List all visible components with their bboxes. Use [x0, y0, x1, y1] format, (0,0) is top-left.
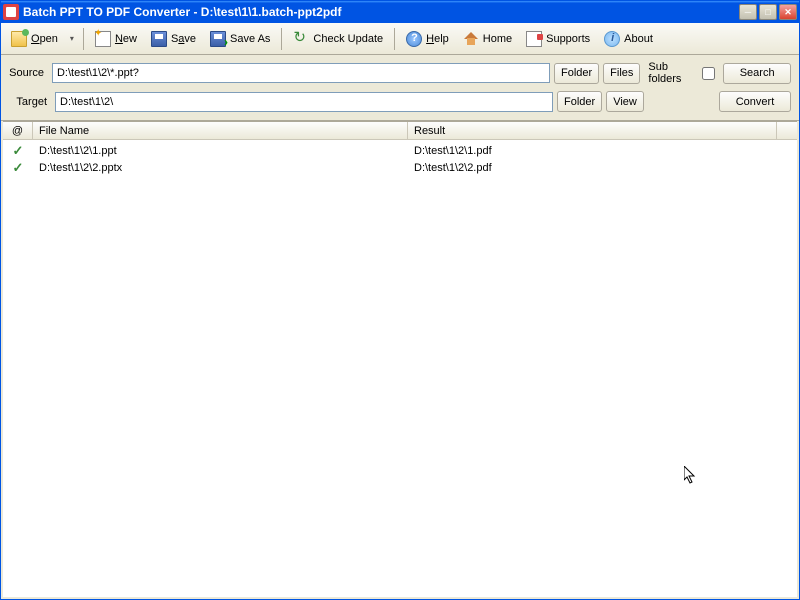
help-icon — [406, 31, 422, 47]
save-label: Save — [171, 33, 196, 45]
minimize-button[interactable]: ─ — [739, 4, 757, 20]
maximize-button[interactable]: □ — [759, 4, 777, 20]
filename-cell: D:\test\1\2\1.ppt — [33, 145, 408, 157]
col-filename[interactable]: File Name — [33, 122, 408, 139]
target-folder-button[interactable]: Folder — [557, 91, 602, 112]
col-spacer — [777, 122, 797, 139]
col-result[interactable]: Result — [408, 122, 777, 139]
target-view-button[interactable]: View — [606, 91, 644, 112]
table-row[interactable]: ✓ D:\test\1\2\1.pptD:\test\1\2\1.pdf — [3, 142, 797, 159]
target-input[interactable] — [55, 92, 553, 112]
subfolders-label: Sub folders — [648, 61, 698, 85]
target-label: Target — [9, 96, 51, 108]
col-status[interactable]: @ — [3, 122, 33, 139]
save-button[interactable]: Save — [145, 27, 202, 51]
about-button[interactable]: About — [598, 27, 659, 51]
separator — [281, 28, 282, 50]
source-folder-button[interactable]: Folder — [554, 63, 599, 84]
save-icon — [151, 31, 167, 47]
refresh-icon — [293, 31, 309, 47]
open-label: Open — [31, 33, 58, 45]
about-label: About — [624, 33, 653, 45]
file-list: @ File Name Result ✓D:\test\1\2\1.pptD:\… — [3, 121, 797, 597]
source-label: Source — [9, 67, 48, 79]
app-icon — [3, 4, 19, 20]
search-button[interactable]: Search — [723, 63, 791, 84]
check-update-label: Check Update — [313, 33, 383, 45]
help-label: Help — [426, 33, 449, 45]
open-icon — [11, 31, 27, 47]
status-cell: ✓ — [3, 143, 33, 159]
save-as-icon — [210, 31, 226, 47]
titlebar[interactable]: Batch PPT TO PDF Converter - D:\test\1\1… — [1, 1, 799, 23]
new-label: New — [115, 33, 137, 45]
window-controls: ─ □ ✕ — [739, 4, 797, 20]
home-icon — [463, 31, 479, 47]
source-input[interactable] — [52, 63, 550, 83]
toolbar: Open ▾ New Save Save As Check Update Hel… — [1, 23, 799, 55]
app-window: Batch PPT TO PDF Converter - D:\test\1\1… — [0, 0, 800, 600]
convert-button[interactable]: Convert — [719, 91, 791, 112]
close-button[interactable]: ✕ — [779, 4, 797, 20]
result-cell: D:\test\1\2\2.pdf — [408, 162, 797, 174]
check-update-button[interactable]: Check Update — [287, 27, 389, 51]
separator — [83, 28, 84, 50]
help-button[interactable]: Help — [400, 27, 455, 51]
window-title: Batch PPT TO PDF Converter - D:\test\1\1… — [23, 5, 739, 19]
supports-button[interactable]: Supports — [520, 27, 596, 51]
check-icon: ✓ — [13, 160, 24, 176]
source-files-button[interactable]: Files — [603, 63, 640, 84]
source-row: Source Folder Files Sub folders Search — [9, 61, 791, 85]
save-as-label: Save As — [230, 33, 270, 45]
path-panel: Source Folder Files Sub folders Search T… — [1, 55, 799, 121]
list-body[interactable]: ✓ D:\test\1\2\1.pptD:\test\1\2\1.pdf ✓ D:\t… — [3, 140, 797, 597]
result-cell: D:\test\1\2\1.pdf — [408, 145, 797, 157]
subfolders-wrap: Sub folders — [648, 61, 715, 85]
new-button[interactable]: New — [89, 27, 143, 51]
open-button[interactable]: Open — [5, 27, 64, 51]
new-icon — [95, 31, 111, 47]
about-icon — [604, 31, 620, 47]
target-row: Target Folder View Convert — [9, 91, 791, 112]
filename-cell: D:\test\1\2\2.pptx — [33, 162, 408, 174]
table-row[interactable]: ✓ D:\test\1\2\2.pptxD:\test\1\2\2.pdf — [3, 159, 797, 176]
save-as-button[interactable]: Save As — [204, 27, 276, 51]
open-dropdown[interactable]: ▾ — [66, 34, 78, 43]
separator — [394, 28, 395, 50]
subfolders-checkbox[interactable] — [702, 67, 715, 80]
list-header: @ File Name Result — [3, 122, 797, 140]
status-cell: ✓ — [3, 160, 33, 176]
home-label: Home — [483, 33, 512, 45]
support-icon — [526, 31, 542, 47]
supports-label: Supports — [546, 33, 590, 45]
home-button[interactable]: Home — [457, 27, 518, 51]
check-icon: ✓ — [13, 143, 24, 159]
